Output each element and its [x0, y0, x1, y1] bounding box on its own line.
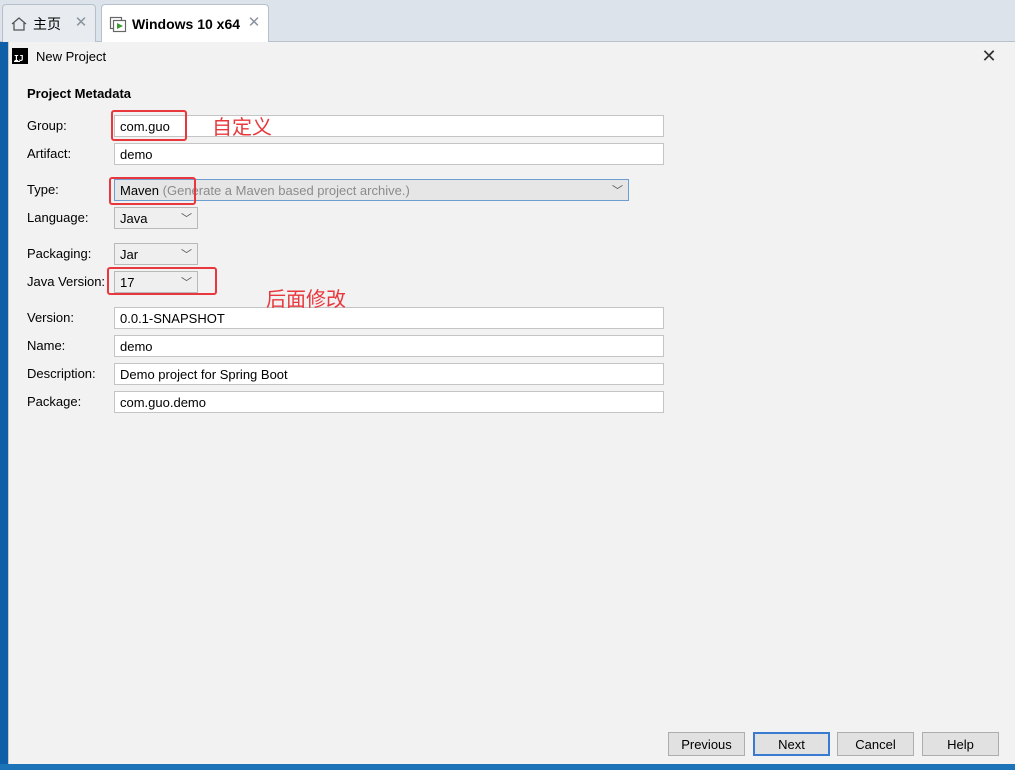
- previous-button[interactable]: Previous: [668, 732, 745, 756]
- type-highlight-box: [109, 177, 196, 205]
- section-title: Project Metadata: [27, 86, 132, 101]
- group-label: Group:: [27, 118, 67, 133]
- type-hint: (Generate a Maven based project archive.…: [162, 183, 410, 198]
- chevron-down-icon: ﹀: [612, 185, 623, 197]
- language-label: Language:: [27, 210, 89, 225]
- group-highlight-box: [111, 110, 187, 141]
- tab-home-label: 主页: [33, 16, 61, 33]
- vm-tab-strip: 主页 ✕ Windows 10 x64 ✕: [0, 0, 1015, 42]
- language-value: Java: [120, 211, 148, 226]
- artifact-label: Artifact:: [27, 146, 72, 161]
- close-tab-home-icon[interactable]: ✕: [74, 13, 88, 31]
- tab-vm-label: Windows 10 x64: [132, 15, 241, 32]
- artifact-field[interactable]: demo: [114, 143, 664, 165]
- version-label: Version:: [27, 310, 74, 325]
- packaging-label: Packaging:: [27, 246, 92, 261]
- dialog-title: New Project: [36, 48, 107, 64]
- dialog-titlebar: IJ New Project: [9, 42, 1015, 70]
- java-version-label: Java Version:: [27, 274, 106, 289]
- new-project-dialog: IJ New Project ✕ Project Metadata Group:…: [8, 42, 1015, 764]
- vm-icon: [108, 14, 128, 34]
- annotation-modify-later: 后面修改: [266, 287, 346, 311]
- taskbar-edge: [0, 764, 1015, 770]
- packaging-dropdown[interactable]: Jar ﹀: [114, 243, 198, 265]
- type-label: Type:: [27, 182, 59, 197]
- close-tab-vm-icon[interactable]: ✕: [247, 13, 261, 31]
- name-field[interactable]: demo: [114, 335, 664, 357]
- language-dropdown[interactable]: Java ﹀: [114, 207, 198, 229]
- tab-home[interactable]: 主页 ✕: [2, 4, 96, 42]
- group-field[interactable]: com.guo: [114, 115, 664, 137]
- help-button[interactable]: Help: [922, 732, 999, 756]
- next-button[interactable]: Next: [753, 732, 830, 756]
- home-icon: [9, 14, 29, 34]
- desktop-edge: [0, 42, 8, 764]
- intellij-icon: IJ: [12, 48, 28, 64]
- tab-windows-vm[interactable]: Windows 10 x64 ✕: [101, 4, 269, 42]
- annotation-custom: 自定义: [212, 115, 272, 139]
- description-field[interactable]: Demo project for Spring Boot: [114, 363, 664, 385]
- packaging-value: Jar: [120, 247, 139, 262]
- chevron-down-icon: ﹀: [181, 249, 192, 261]
- close-dialog-icon[interactable]: ✕: [979, 46, 999, 67]
- name-label: Name:: [27, 338, 66, 353]
- description-label: Description:: [27, 366, 96, 381]
- version-field[interactable]: 0.0.1-SNAPSHOT: [114, 307, 664, 329]
- package-label: Package:: [27, 394, 82, 409]
- package-field[interactable]: com.guo.demo: [114, 391, 664, 413]
- java-version-highlight-box: [107, 267, 217, 295]
- chevron-down-icon: ﹀: [181, 213, 192, 225]
- cancel-button[interactable]: Cancel: [837, 732, 914, 756]
